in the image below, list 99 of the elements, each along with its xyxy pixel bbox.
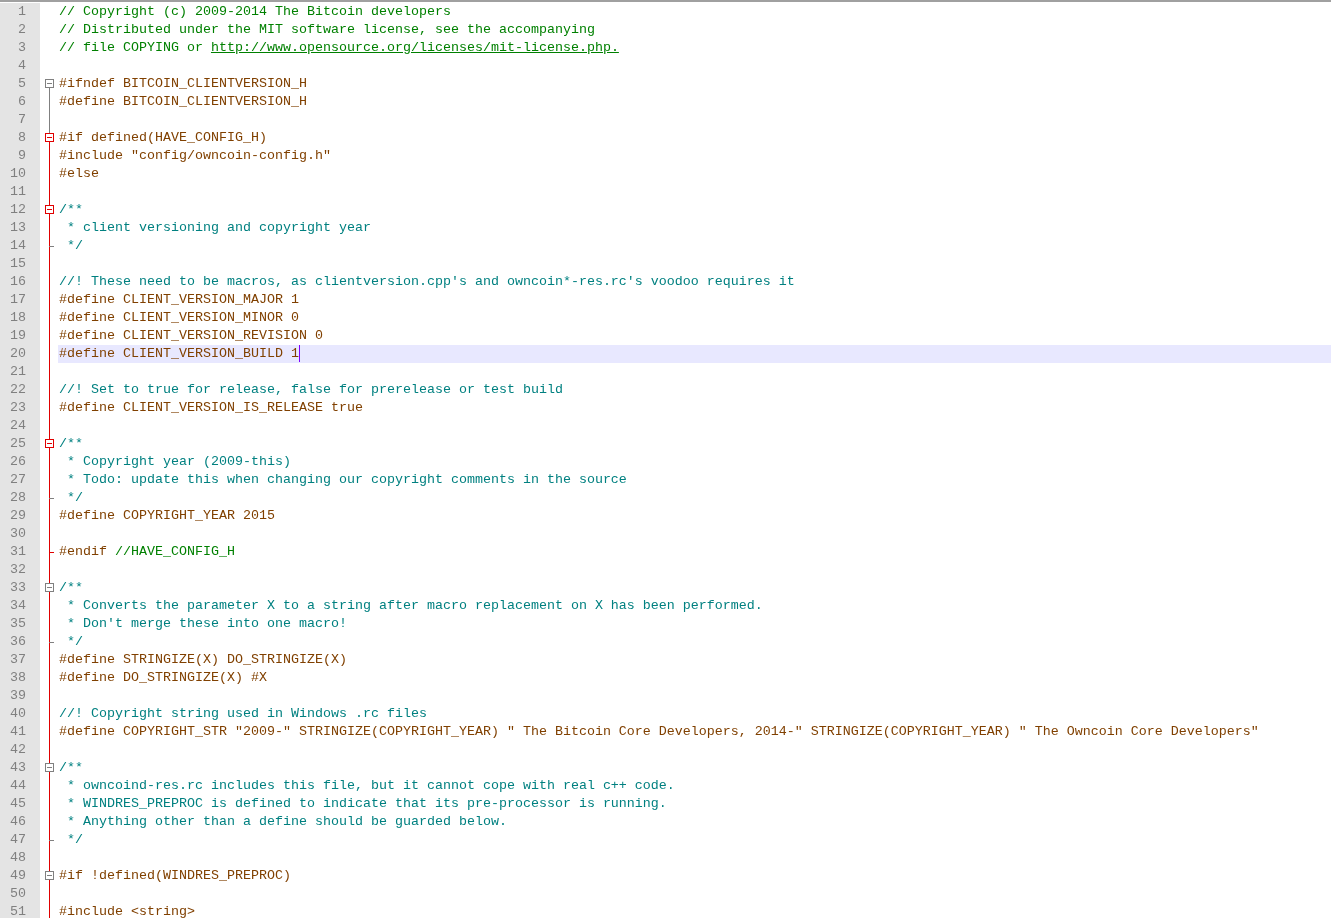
line-number: 38 <box>0 669 40 687</box>
line-number: 8 <box>0 129 40 147</box>
code-line: #define BITCOIN_CLIENTVERSION_H <box>59 93 307 111</box>
code-line: // file COPYING or http://www.opensource.org/licenses/mit-license.php. <box>59 39 619 57</box>
link[interactable]: http://www.opensource.org/licenses/mit-license.php. <box>210 40 619 55</box>
fold-minus-icon[interactable] <box>45 439 54 448</box>
code-line: //! Set to true for release, false for prerelease or test build <box>59 381 563 399</box>
line-number: 27 <box>0 471 40 489</box>
line-number: 33 <box>0 579 40 597</box>
line-number: 39 <box>0 687 40 705</box>
line-number: 14 <box>0 237 40 255</box>
code-line: */ <box>66 831 83 849</box>
code-line: #if !defined(WINDRES_PREPROC) <box>59 867 291 885</box>
fold-minus-icon[interactable] <box>45 133 54 142</box>
line-number: 3 <box>0 39 40 57</box>
line-number: 19 <box>0 327 40 345</box>
line-number: 22 <box>0 381 40 399</box>
code-line: #define CLIENT_VERSION_MAJOR 1 <box>59 291 299 309</box>
line-number: 51 <box>0 903 40 918</box>
line-number: 17 <box>0 291 40 309</box>
line-number: 46 <box>0 813 40 831</box>
line-number: 11 <box>0 183 40 201</box>
line-number: 6 <box>0 93 40 111</box>
code-line: #include "config/owncoin-config.h" <box>59 147 331 165</box>
line-number: 18 <box>0 309 40 327</box>
code-line: #define STRINGIZE(X) DO_STRINGIZE(X) <box>59 651 347 669</box>
line-number: 28 <box>0 489 40 507</box>
code-line: #else <box>59 165 99 183</box>
code-line: /** <box>59 201 83 219</box>
line-number: 15 <box>0 255 40 273</box>
line-number: 24 <box>0 417 40 435</box>
line-number: 10 <box>0 165 40 183</box>
line-number: 30 <box>0 525 40 543</box>
fold-minus-icon[interactable] <box>45 871 54 880</box>
code-line: // Copyright (c) 2009-2014 The Bitcoin developers <box>59 3 451 21</box>
code-line: * Converts the parameter X to a string after macro replacement on X has been performed. <box>66 597 763 615</box>
line-number: 25 <box>0 435 40 453</box>
line-number: 4 <box>0 57 40 75</box>
line-number: 49 <box>0 867 40 885</box>
line-number: 41 <box>0 723 40 741</box>
code-line: #endif //HAVE_CONFIG_H <box>59 543 235 561</box>
code-line: //! Copyright string used in Windows .rc files <box>59 705 427 723</box>
code-line: */ <box>66 489 83 507</box>
text-cursor <box>298 345 300 362</box>
fold-minus-icon[interactable] <box>45 79 54 88</box>
code-line: #ifndef BITCOIN_CLIENTVERSION_H <box>59 75 307 93</box>
fold-minus-icon[interactable] <box>45 205 54 214</box>
code-line: // Distributed under the MIT software license, see the accompanying <box>59 21 595 39</box>
line-number: 7 <box>0 111 40 129</box>
line-number: 20 <box>0 345 40 363</box>
code-line: * WINDRES_PREPROC is defined to indicate that its pre-processor is running. <box>66 795 667 813</box>
line-number: 5 <box>0 75 40 93</box>
line-number: 16 <box>0 273 40 291</box>
line-number: 45 <box>0 795 40 813</box>
code-line: #include <string> <box>59 903 195 918</box>
line-number: 13 <box>0 219 40 237</box>
code-line: * owncoind-res.rc includes this file, but it cannot cope with real c++ code. <box>66 777 675 795</box>
line-number: 42 <box>0 741 40 759</box>
code-line: */ <box>66 633 83 651</box>
code-line: /** <box>59 435 83 453</box>
line-number: 36 <box>0 633 40 651</box>
code-line: #define COPYRIGHT_YEAR 2015 <box>59 507 275 525</box>
line-number: 9 <box>0 147 40 165</box>
code-line: /** <box>59 759 83 777</box>
fold-minus-icon[interactable] <box>45 583 54 592</box>
line-number: 50 <box>0 885 40 903</box>
code-line: #if defined(HAVE_CONFIG_H) <box>59 129 267 147</box>
code-line: * client versioning and copyright year <box>66 219 371 237</box>
code-line: */ <box>66 237 83 255</box>
line-number: 31 <box>0 543 40 561</box>
line-number: 47 <box>0 831 40 849</box>
code-line: * Don't merge these into one macro! <box>66 615 347 633</box>
code-line: #define COPYRIGHT_STR "2009-" STRINGIZE(COPYRIGHT_YEAR) " The Bitcoin Core Developers, 2014-" STRINGIZE(COPYRIGHT_YEAR) " The Owncoin Core Developers" <box>59 723 1259 741</box>
code-line: #define CLIENT_VERSION_IS_RELEASE true <box>59 399 363 417</box>
line-number: 12 <box>0 201 40 219</box>
code-line: #define CLIENT_VERSION_MINOR 0 <box>59 309 299 327</box>
line-number: 32 <box>0 561 40 579</box>
code-line: * Anything other than a define should be guarded below. <box>66 813 507 831</box>
code-line: //! These need to be macros, as clientversion.cpp's and owncoin*-res.rc's voodoo requires it <box>59 273 795 291</box>
line-number: 35 <box>0 615 40 633</box>
line-number: 40 <box>0 705 40 723</box>
line-number: 37 <box>0 651 40 669</box>
fold-minus-icon[interactable] <box>45 763 54 772</box>
line-number: 29 <box>0 507 40 525</box>
line-number: 43 <box>0 759 40 777</box>
code-line: * Todo: update this when changing our copyright comments in the source <box>66 471 627 489</box>
line-number: 48 <box>0 849 40 867</box>
line-number: 44 <box>0 777 40 795</box>
line-number: 34 <box>0 597 40 615</box>
code-line: #define CLIENT_VERSION_REVISION 0 <box>59 327 323 345</box>
code-line: #define DO_STRINGIZE(X) #X <box>59 669 267 687</box>
line-number: 2 <box>0 21 40 39</box>
line-number: 26 <box>0 453 40 471</box>
line-number: 23 <box>0 399 40 417</box>
line-number: 21 <box>0 363 40 381</box>
line-number: 1 <box>0 3 40 21</box>
code-line: * Copyright year (2009-this) <box>66 453 291 471</box>
code-line: #define CLIENT_VERSION_BUILD 1 <box>59 345 299 363</box>
code-line: /** <box>59 579 83 597</box>
